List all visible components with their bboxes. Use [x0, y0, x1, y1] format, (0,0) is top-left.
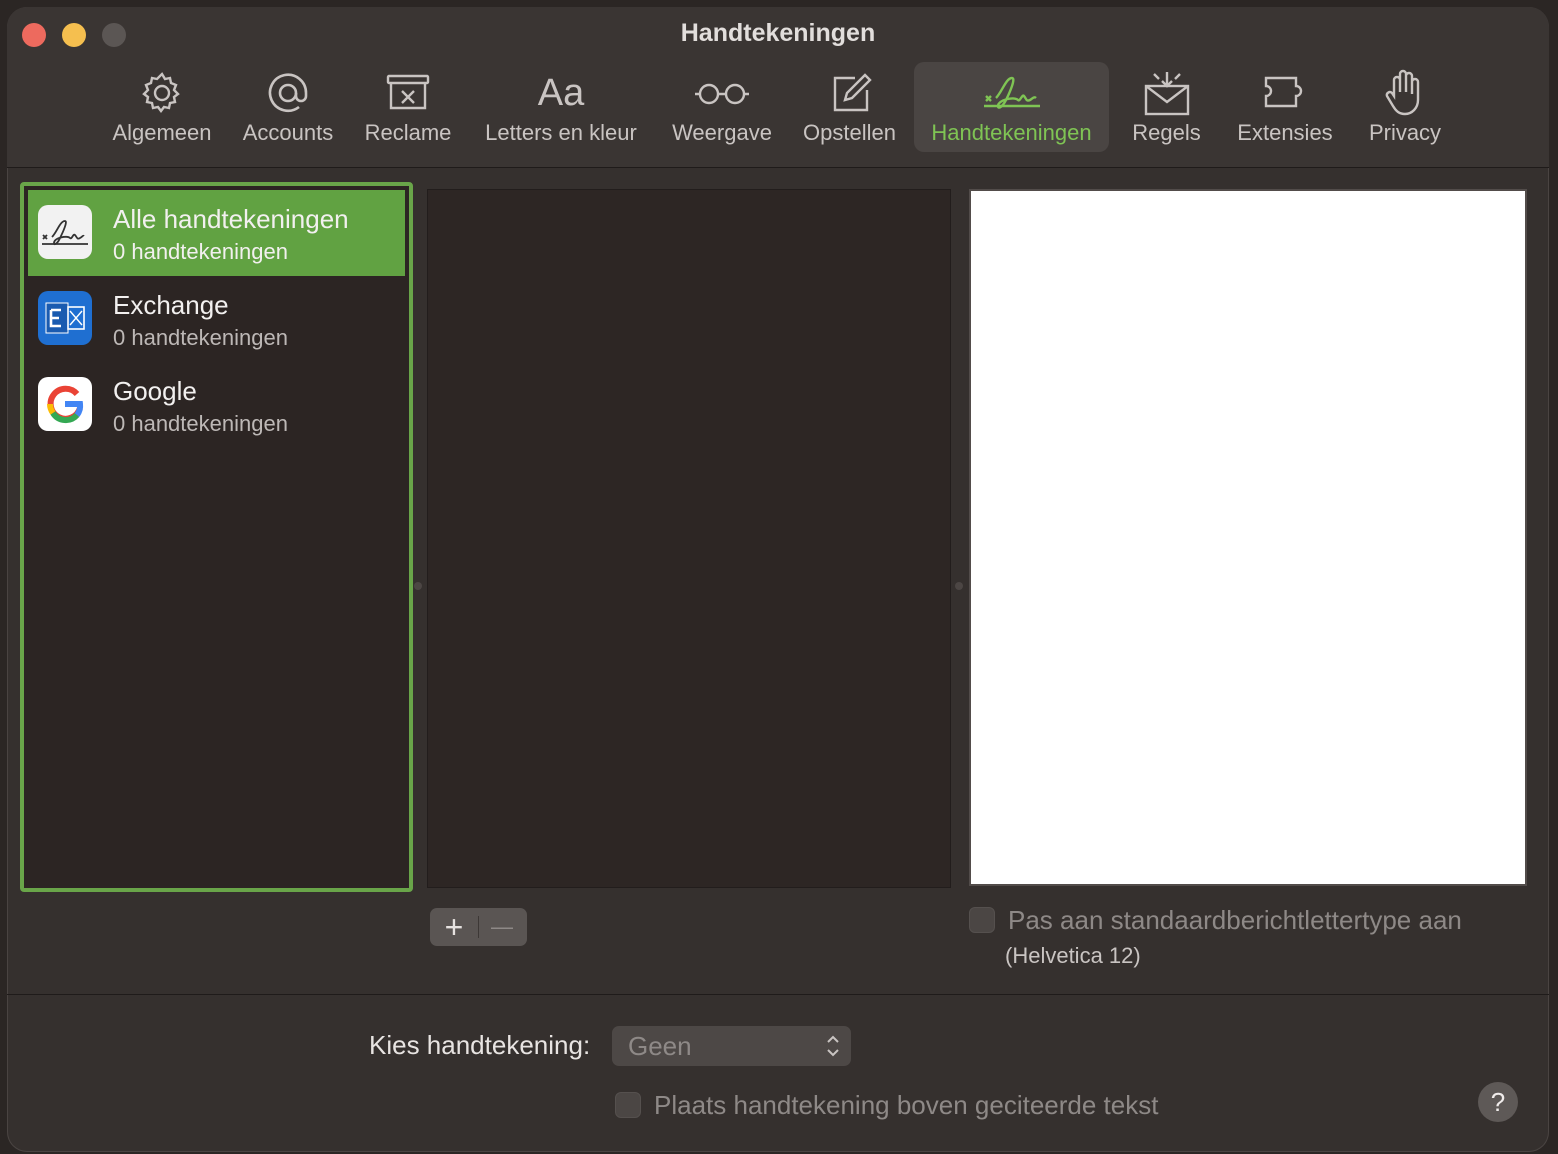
signature-editor[interactable] [969, 189, 1527, 886]
minus-icon: — [491, 914, 513, 939]
tab-label: Weergave [672, 120, 772, 145]
tab-accounts[interactable]: Accounts [232, 62, 344, 152]
tab-algemeen[interactable]: Algemeen [102, 62, 222, 152]
tab-label: Opstellen [803, 120, 896, 145]
choose-signature-select[interactable]: Geen [612, 1026, 851, 1066]
tab-label: Regels [1132, 120, 1201, 145]
tab-regels[interactable]: Regels [1119, 62, 1214, 152]
footer: Kies handtekening: Geen Plaats handteken… [7, 994, 1549, 1152]
junk-box-icon [386, 74, 430, 110]
tab-label: Letters en kleur [485, 120, 637, 145]
tab-label: Accounts [242, 120, 334, 145]
plus-icon: + [444, 909, 464, 945]
tab-letters-en-kleur[interactable]: Aa Letters en kleur [472, 62, 650, 152]
signature-icon [983, 76, 1040, 109]
tab-opstellen[interactable]: Opstellen [792, 62, 907, 152]
place-above-label: Plaats handtekening boven geciteerde tek… [654, 1090, 1159, 1120]
account-name: Exchange [113, 290, 229, 320]
remove-signature-button[interactable]: — [478, 908, 526, 946]
rules-envelope-icon [1144, 72, 1189, 116]
preferences-window: Handtekeningen Algemeen Accounts Reclame… [7, 7, 1549, 1152]
hand-icon [1385, 69, 1420, 116]
tab-label: Reclame [364, 120, 452, 145]
account-row-exchange[interactable]: Exchange 0 handtekeningen [28, 276, 405, 362]
exchange-icon [38, 291, 92, 345]
help-button[interactable]: ? [1478, 1082, 1518, 1122]
font-name-label: (Helvetica 12) [1005, 943, 1141, 968]
tab-label: Handtekeningen [931, 120, 1092, 145]
account-signature-count: 0 handtekeningen [113, 325, 288, 350]
account-row-google[interactable]: Google 0 handtekeningen [28, 362, 405, 448]
splitter-handle[interactable] [414, 582, 422, 590]
tab-privacy[interactable]: Privacy [1357, 62, 1453, 152]
account-name: Google [113, 376, 197, 406]
tab-reclame[interactable]: Reclame [354, 62, 462, 152]
button-separator [478, 916, 479, 938]
account-list[interactable]: Alle handtekeningen 0 handtekeningen Exc… [20, 182, 413, 892]
tab-label: Algemeen [112, 120, 212, 145]
choose-signature-label: Kies handtekening: [369, 1030, 591, 1060]
add-remove-control: + — [430, 908, 527, 946]
signature-icon [38, 205, 92, 259]
tab-weergave[interactable]: Weergave [662, 62, 782, 152]
glasses-icon [695, 83, 749, 105]
signature-list[interactable] [427, 189, 951, 888]
at-sign-icon [268, 73, 308, 112]
account-row-alle-handtekeningen[interactable]: Alle handtekeningen 0 handtekeningen [28, 190, 405, 276]
account-signature-count: 0 handtekeningen [113, 239, 288, 264]
puzzle-icon [1264, 76, 1303, 108]
tab-extensies[interactable]: Extensies [1229, 62, 1341, 152]
tab-label: Privacy [1368, 120, 1442, 145]
select-value: Geen [628, 1031, 692, 1061]
compose-icon [833, 73, 872, 112]
match-font-checkbox[interactable] [969, 907, 995, 933]
account-signature-count: 0 handtekeningen [113, 411, 288, 436]
toolbar: Handtekeningen Algemeen Accounts Reclame… [7, 7, 1549, 168]
chevron-updown-icon [827, 1035, 839, 1057]
tab-label: Extensies [1237, 120, 1333, 145]
account-name: Alle handtekeningen [113, 204, 349, 234]
add-signature-button[interactable]: + [430, 908, 478, 946]
place-above-checkbox[interactable] [615, 1092, 641, 1118]
tab-handtekeningen[interactable]: Handtekeningen [914, 62, 1109, 152]
font-aa-icon: Aa [537, 72, 585, 114]
match-font-label: Pas aan standaardberichtlettertype aan [1008, 905, 1462, 935]
splitter-handle[interactable] [955, 582, 963, 590]
google-icon [38, 377, 92, 431]
window-title: Handtekeningen [680, 19, 876, 47]
gear-icon [142, 72, 180, 113]
